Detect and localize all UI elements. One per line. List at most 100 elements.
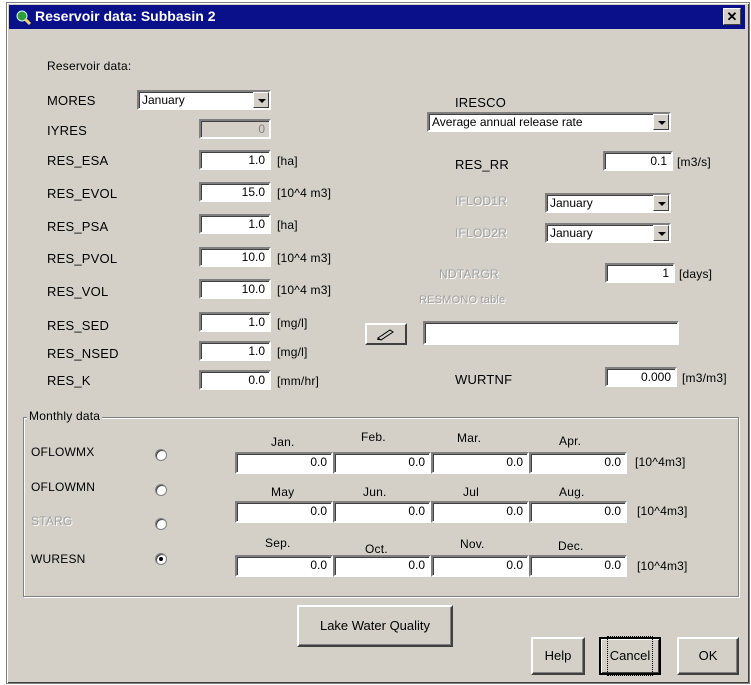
cancel-label: Cancel [606,636,654,676]
reservoir-section-label: Reservoir data: [47,59,132,73]
monthly-unit-row2: [10^4m3] [637,504,688,518]
month-label-mar: Mar. [457,431,482,445]
month-label-may: May [271,485,295,499]
month-label-apr: Apr. [559,434,582,448]
res-psa-unit: [ha] [277,218,298,232]
ok-label: OK [698,648,718,663]
month-input-may[interactable]: 0.0 [235,501,333,523]
lake-water-quality-button[interactable]: Lake Water Quality [297,605,453,647]
month-label-jun: Jun. [363,485,387,499]
iresco-label: IRESCO [455,95,507,110]
iyres-input[interactable]: 0 [199,119,271,139]
help-button[interactable]: Help [531,637,585,675]
mores-value: January [142,93,185,107]
res-evol-input[interactable]: 15.0 [199,182,271,202]
chevron-down-icon[interactable] [653,195,669,211]
res-vol-label: RES_VOL [47,284,109,299]
iresco-select[interactable]: Average annual release rate [427,112,671,132]
wuresn-radio[interactable] [155,553,167,565]
radio-label-oflowmx: OFLOWMX [31,445,95,459]
res-k-label: RES_K [47,373,91,388]
ndtargr-label: NDTARGR [439,267,499,281]
iflod2r-value: January [550,226,593,240]
pencil-icon [377,329,394,341]
month-input-feb[interactable]: 0.0 [333,452,431,474]
iflod2r-label: IFLOD2R [455,226,508,240]
res-esa-label: RES_ESA [47,153,109,168]
month-input-jun[interactable]: 0.0 [333,501,431,523]
iflod2r-select[interactable]: January [545,223,671,243]
monthly-unit-row3: [10^4m3] [637,559,688,573]
month-label-dec: Dec. [558,539,584,553]
month-input-nov[interactable]: 0.0 [431,555,529,577]
title-bar[interactable]: Reservoir data: Subbasin 2 ✕ [9,5,745,29]
resmono-input[interactable] [423,321,679,345]
month-input-dec[interactable]: 0.0 [529,555,627,577]
month-input-aug[interactable]: 0.0 [529,501,627,523]
ndtargr-unit: [days] [679,267,713,281]
res-vol-input[interactable]: 10.0 [199,279,271,299]
chevron-down-icon[interactable] [653,225,669,241]
month-input-apr[interactable]: 0.0 [529,452,627,474]
res-psa-label: RES_PSA [47,219,109,234]
res-nsed-unit: [mg/l] [277,345,308,359]
close-icon: ✕ [726,9,738,24]
res-psa-input[interactable]: 1.0 [199,214,271,234]
month-label-feb: Feb. [361,430,386,444]
chevron-down-icon[interactable] [253,92,269,108]
res-pvol-unit: [10^4 m3] [277,251,332,265]
starg-radio[interactable] [155,518,167,530]
oflowmn-radio[interactable] [155,484,167,496]
res-esa-input[interactable]: 1.0 [199,150,271,170]
month-input-sep[interactable]: 0.0 [235,555,333,577]
monthly-unit-row1: [10^4m3] [635,455,686,469]
month-input-jul[interactable]: 0.0 [431,501,529,523]
wurtnf-unit: [m3/m3] [682,371,727,385]
month-label-aug: Aug. [559,485,585,499]
mores-label: MORES [47,93,96,108]
chevron-down-icon[interactable] [653,114,669,130]
res-k-unit: [mm/hr] [277,374,320,388]
wurtnf-input[interactable]: 0.000 [605,367,677,387]
month-label-oct: Oct. [365,542,388,556]
ndtargr-input[interactable]: 1 [605,263,675,283]
res-rr-unit: [m3/s] [677,155,711,169]
res-k-input[interactable]: 0.0 [199,370,271,390]
month-label-sep: Sep. [265,536,291,550]
res-sed-label: RES_SED [47,318,110,333]
month-input-mar[interactable]: 0.0 [431,452,529,474]
res-sed-input[interactable]: 1.0 [199,312,271,332]
monthly-section-label: Monthly data [27,409,103,423]
close-button[interactable]: ✕ [723,8,741,25]
oflowmx-radio[interactable] [155,449,167,461]
reservoir-dialog: Reservoir data: Subbasin 2 ✕ Reservoir d… [6,2,750,684]
cancel-button[interactable]: Cancel [599,636,661,676]
res-nsed-label: RES_NSED [47,346,119,361]
res-pvol-label: RES_PVOL [47,251,118,266]
mores-select[interactable]: January [137,90,271,110]
radio-label-starg: STARG [31,514,73,528]
res-rr-input[interactable]: 0.1 [603,151,673,171]
iflod1r-select[interactable]: January [545,193,671,213]
radio-label-oflowmn: OFLOWMN [31,480,96,494]
month-input-jan[interactable]: 0.0 [235,452,333,474]
res-sed-unit: [mg/l] [277,316,308,330]
res-rr-label: RES_RR [455,157,509,172]
iflod1r-label: IFLOD1R [455,194,508,208]
month-label-jan: Jan. [271,435,295,449]
radio-label-wuresn: WURESN [31,552,86,566]
res-vol-unit: [10^4 m3] [277,283,332,297]
res-evol-unit: [10^4 m3] [277,186,332,200]
window-title: Reservoir data: Subbasin 2 [35,8,216,24]
month-input-oct[interactable]: 0.0 [333,555,431,577]
resmono-edit-button[interactable] [365,323,407,345]
res-nsed-input[interactable]: 1.0 [199,341,271,361]
iflod1r-value: January [550,196,593,210]
res-pvol-input[interactable]: 10.0 [199,247,271,267]
lake-water-quality-label: Lake Water Quality [319,618,431,633]
res-esa-unit: [ha] [277,154,298,168]
help-label: Help [544,648,572,663]
resmono-label: RESMONO table [419,294,506,306]
iyres-label: IYRES [47,123,88,138]
ok-button[interactable]: OK [677,637,739,675]
